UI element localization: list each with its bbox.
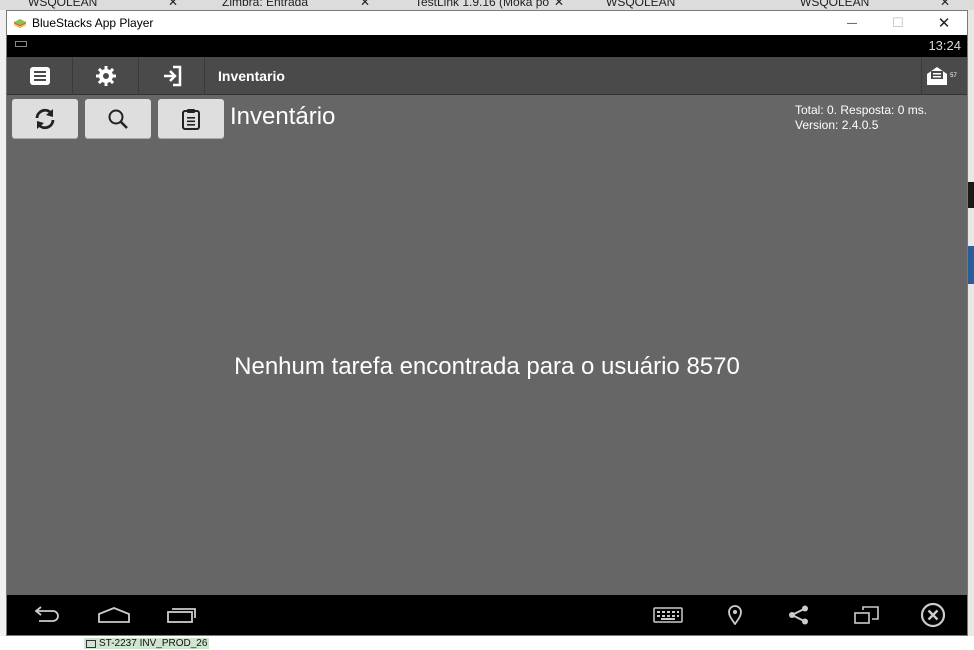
tab-label: WSQOLEAN [606,0,676,9]
home-button[interactable] [95,595,133,635]
search-icon [108,109,128,129]
browser-tab-close[interactable]: ✕ [168,0,178,9]
browser-tab[interactable]: TestLink 1.9.16 (Moka po [415,0,549,9]
clipboard-button[interactable] [158,99,224,139]
browser-tab-close[interactable]: ✕ [940,0,950,9]
close-circle-icon [920,602,946,628]
gear-icon [95,66,116,86]
location-icon [728,605,742,625]
settings-button[interactable] [73,57,139,95]
recent-apps-icon [167,608,196,623]
bluestacks-logo-icon [14,19,26,28]
page-title: Inventário [230,103,336,130]
refresh-icon [35,108,55,130]
background-window-bottom: ST-2237 INV_PROD_26 [0,636,974,650]
login-button[interactable] [139,57,205,95]
browser-tab[interactable]: Zimbra: Entrada [222,0,308,9]
list-icon [29,67,50,85]
main-content: Inventário Total: 0. Resposta: 0 ms. Ver… [7,95,967,595]
window-titlebar: BlueStacks App Player — ☐ ✕ [7,11,967,35]
close-app-button[interactable] [919,595,947,635]
location-button[interactable] [723,595,747,635]
rotate-screen-button[interactable] [853,595,881,635]
browser-tab-close[interactable]: ✕ [360,0,370,9]
share-icon [789,605,808,625]
tab-label: Zimbra: Entrada [222,0,309,9]
stats-info: Total: 0. Resposta: 0 ms. Version: 2.4.0… [795,103,927,133]
window-title: BlueStacks App Player [32,16,154,30]
home-icon [98,607,130,623]
keyboard-button[interactable] [650,595,686,635]
stats-version: Version: 2.4.0.5 [795,118,879,132]
background-list-item: ST-2237 INV_PROD_26 [84,638,210,649]
maximize-button[interactable]: ☐ [875,11,921,35]
browser-tab[interactable]: WSQOLEAN [800,0,869,9]
bluestacks-window: BlueStacks App Player — ☐ ✕ 13:24 Invent… [6,10,968,636]
tab-label: WSQOLEAN [800,0,870,9]
sign-in-icon [163,65,181,87]
browser-tab-close[interactable]: ✕ [554,0,564,9]
mail-badge: 57 [950,73,957,79]
messages-button[interactable]: 57 [921,57,961,95]
close-window-button[interactable]: ✕ [921,11,967,35]
stats-total: Total: 0. Resposta: 0 ms. [795,103,928,117]
android-nav-bar [7,595,967,635]
browser-tab[interactable]: WSQOLEAN [28,0,97,9]
mail-icon [927,67,948,85]
app-action-bar: Inventario 57 [7,57,967,95]
background-browser-tabs: WSQOLEAN ✕ Zimbra: Entrada ✕ TestLink 1.… [0,0,974,10]
empty-state-message: Nenhum tarefa encontrada para o usuário … [234,353,740,380]
refresh-button[interactable] [12,99,78,139]
minimize-button[interactable]: — [829,11,875,35]
status-time: 13:24 [928,38,961,53]
tab-label: WSQOLEAN [28,0,98,9]
action-bar-title: Inventario [218,68,285,84]
back-icon [34,606,59,622]
keyboard-indicator-icon [15,41,27,47]
keyboard-icon [653,607,683,623]
clipboard-icon [182,109,200,130]
share-button[interactable] [787,595,811,635]
tab-label: TestLink 1.9.16 (Moka po [415,0,550,9]
screen-rotate-icon [854,606,879,624]
android-status-bar: 13:24 [7,35,967,57]
search-button[interactable] [85,99,151,139]
recent-apps-button[interactable] [162,595,200,635]
back-button[interactable] [27,595,65,635]
menu-button[interactable] [7,57,73,95]
browser-tab[interactable]: WSQOLEAN [606,0,675,9]
